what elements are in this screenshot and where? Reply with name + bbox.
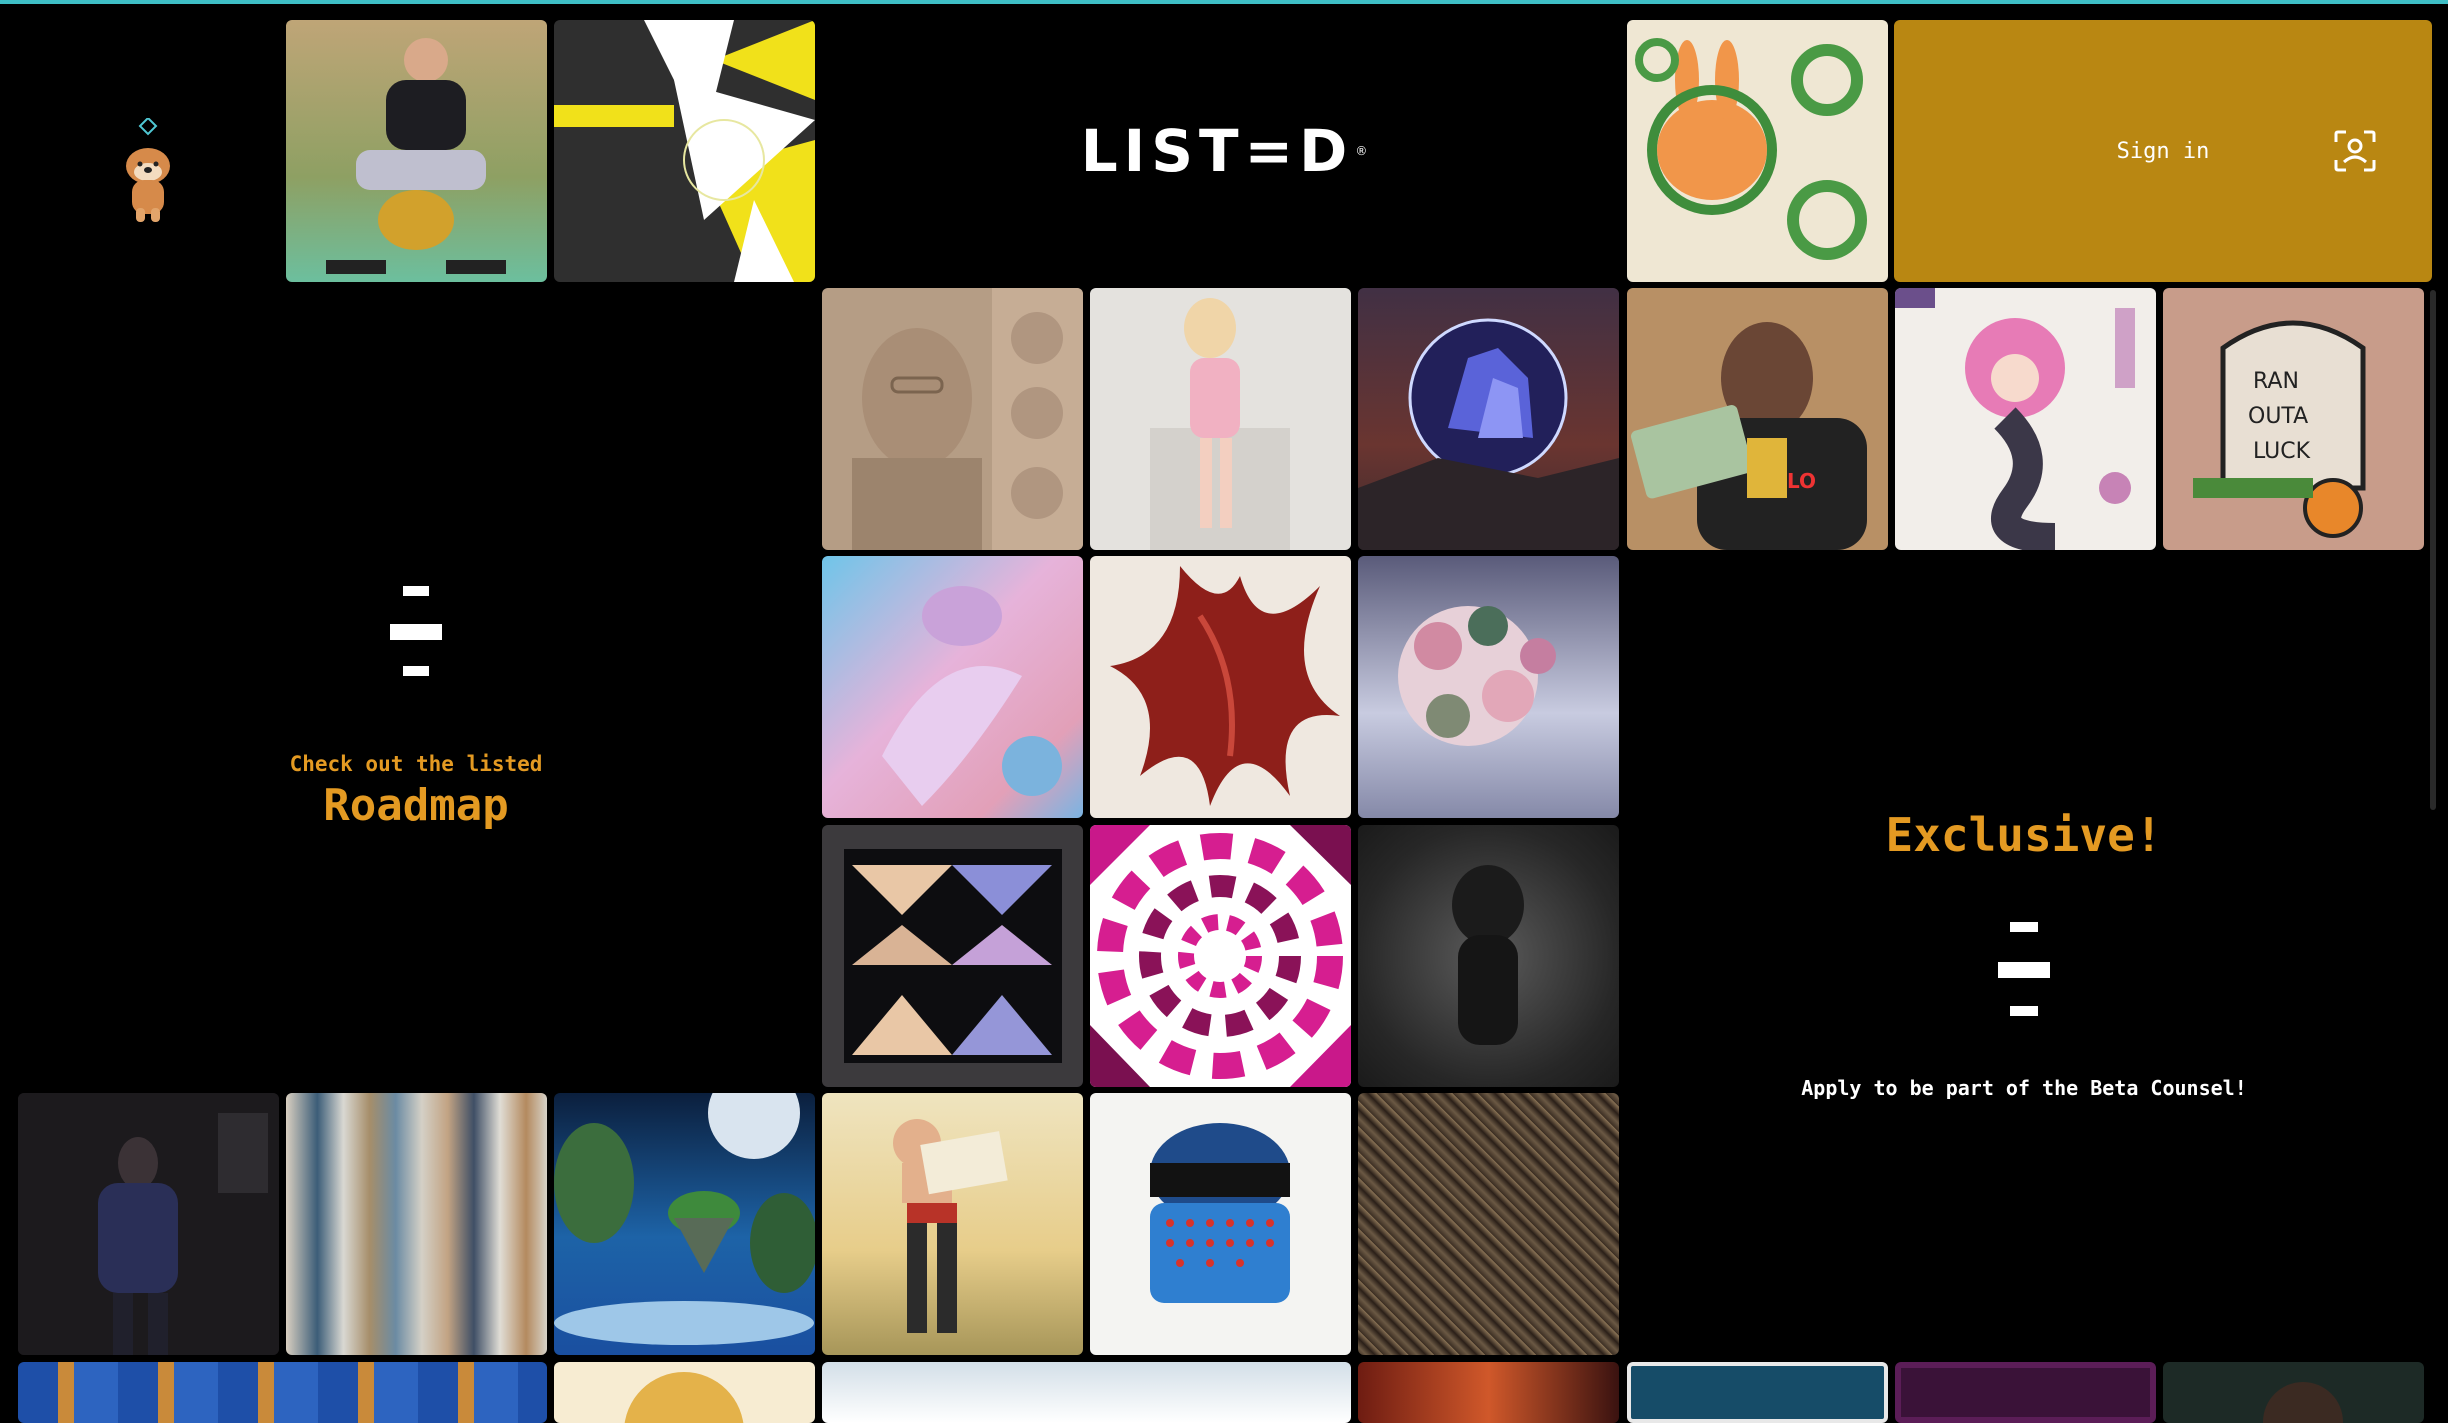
artwork-tile[interactable] [1358,1362,1619,1423]
artwork-tile[interactable] [554,1093,815,1355]
red-splash-artwork [1110,566,1340,806]
artwork-tile[interactable] [1090,288,1351,550]
svg-text:RAN: RAN [2253,369,2299,394]
artwork-tile[interactable] [286,20,547,282]
artwork-tile[interactable] [554,20,815,282]
dark-portrait-artwork [2263,1382,2343,1423]
artwork-tile[interactable] [822,1093,1083,1355]
tattoo-ran-outta-luck-artwork: RAN OUTA LUCK [2193,320,2366,538]
artwork-tile[interactable] [18,1093,279,1355]
artwork-tile[interactable] [1895,1362,2156,1423]
flower-head-artwork [1398,606,1556,746]
teal-frame-artwork [1631,1366,1884,1419]
pixel-map-artwork [18,1362,547,1423]
purple-frame-artwork [1901,1368,2150,1417]
fire-portrait-artwork [1358,1362,1619,1423]
man-gold-toilet-artwork [326,38,506,274]
dark-room-figure-artwork [18,1093,279,1355]
artwork-tile[interactable] [1358,288,1619,550]
artwork-tile[interactable] [286,1093,547,1355]
mermaid-illustration-artwork [1895,288,2135,550]
coin-artwork [624,1372,744,1423]
artwork-tile[interactable] [554,1362,815,1423]
blue-paint-artwork [1150,1123,1290,1303]
pastel-figure-artwork [882,586,1062,806]
artwork-tile[interactable] [822,825,1083,1087]
artwork-tile[interactable] [1090,556,1351,818]
artwork-tile[interactable] [1627,20,1888,282]
roadmap-intro-text: Check out the listed [289,752,543,776]
artwork-tile[interactable] [822,1362,1351,1423]
crystal-sphere-artwork [1358,318,1619,550]
artwork-tile[interactable] [1358,825,1619,1087]
svg-text:LUCK: LUCK [2253,439,2311,464]
floating-islands-artwork [554,1093,815,1345]
artwork-tile[interactable] [1627,1362,1888,1423]
clouds-artwork [822,1362,1351,1423]
geometric-pattern-artwork [844,849,1062,1063]
artwork-tile[interactable] [2163,1362,2424,1423]
artwork-tile[interactable] [1895,288,2156,550]
texture-pattern-artwork [1358,1093,1619,1355]
listed-equals-icon [1998,922,2050,1018]
listed-equals-icon [390,586,442,680]
artwork-tile[interactable]: RAN OUTA LUCK [2163,288,2424,550]
top-accent-bar [0,0,2448,4]
artwork-tile[interactable]: LO [1627,288,1888,550]
svg-text:OUTA: OUTA [2248,404,2308,429]
face-id-icon [2334,130,2376,172]
artwork-tile[interactable] [1090,825,1351,1087]
artwork-tile[interactable] [18,1362,547,1423]
registered-mark: ® [1355,144,1368,158]
artwork-tile[interactable] [822,288,1083,550]
beta-counsel-text[interactable]: Apply to be part of the Beta Counsel! [1630,1076,2418,1100]
abstract-yellow-burst-artwork [554,20,815,282]
pink-spiral-artwork [1090,825,1351,1087]
sketch-portrait-artwork [852,288,1083,550]
artwork-tile[interactable] [1358,556,1619,818]
exclusive-title: Exclusive! [1885,808,2163,862]
pinup-woman-artwork [893,1119,1008,1333]
rabbit-wreath-artwork [1635,38,1867,260]
svg-text:LO: LO [1787,469,1816,493]
sign-in-button[interactable]: Sign in [1894,20,2432,282]
scrollbar[interactable] [2430,290,2436,810]
roadmap-panel[interactable]: Check out the listed Roadmap [0,290,815,1090]
vertical-stripes-artwork [286,1093,547,1355]
money-portrait-artwork: LO [1630,322,1867,550]
roadmap-title[interactable]: Roadmap [0,780,832,831]
listed-logo[interactable]: LIST=D ® [819,20,1629,282]
exclusive-panel[interactable]: Exclusive! Apply to be part of the Beta … [1630,562,2418,1102]
artwork-tile[interactable] [1358,1093,1619,1355]
user-avatar[interactable] [118,116,178,224]
dark-figure-artwork [1452,865,1524,1045]
artwork-tile[interactable] [1090,1093,1351,1355]
logo-text: LIST=D [1080,117,1354,185]
artwork-tile[interactable] [822,556,1083,818]
doll-pink-dress-artwork [1150,298,1290,550]
